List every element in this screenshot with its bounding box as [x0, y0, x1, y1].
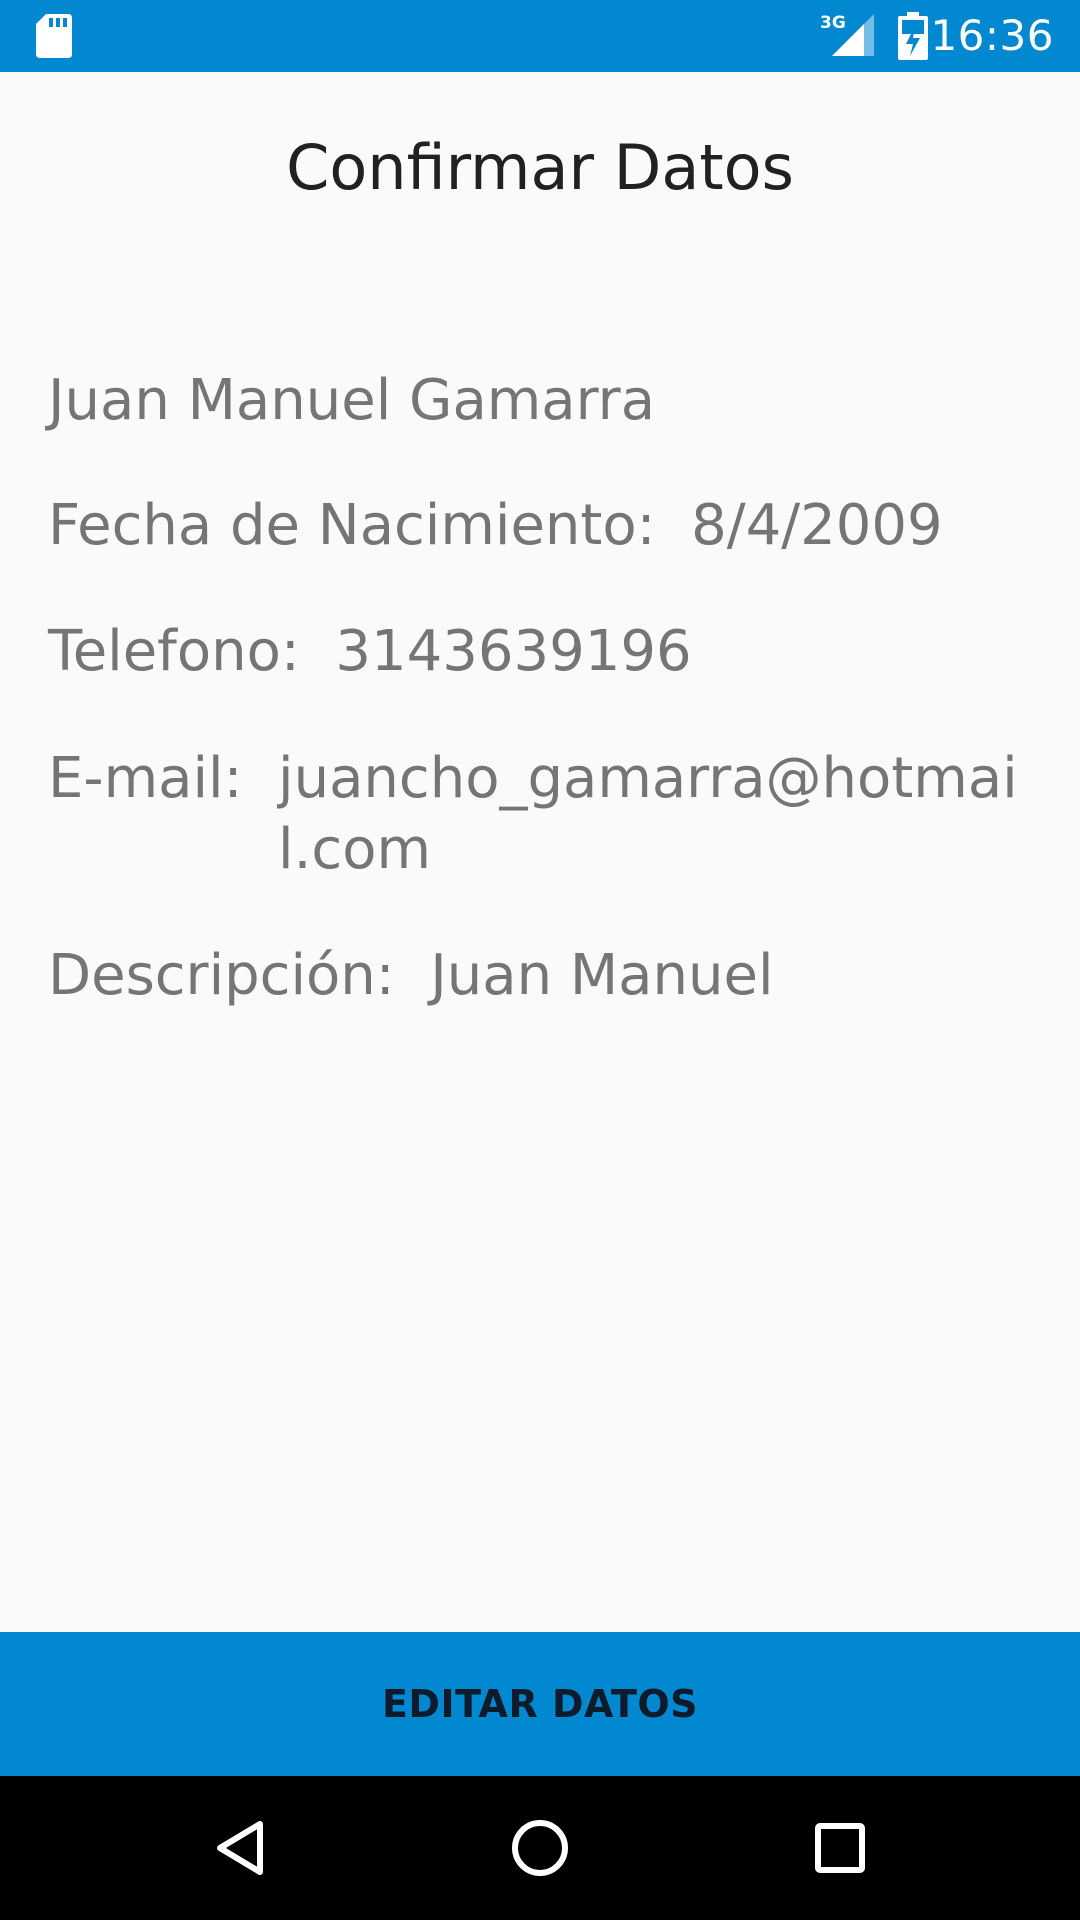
page-title: Confirmar Datos: [286, 131, 794, 204]
full-name-row: Juan Manuel Gamarra: [48, 365, 1038, 436]
home-icon[interactable]: [504, 1812, 576, 1884]
phone-row: Telefono: 3143639196: [48, 616, 1038, 687]
birth-date-row: Fecha de Nacimiento: 8/4/2009: [48, 490, 1038, 561]
status-bar: 3G 16:36: [0, 0, 1080, 72]
email-label: E-mail:: [48, 746, 279, 811]
recents-icon[interactable]: [804, 1812, 876, 1884]
navigation-bar: [0, 1776, 1080, 1920]
birth-date-label: Fecha de Nacimiento:: [48, 493, 692, 558]
sd-card-icon: [36, 14, 72, 58]
edit-data-button[interactable]: EDITAR DATOS: [0, 1632, 1080, 1776]
signal-3g-icon: 3G: [820, 13, 874, 56]
back-icon[interactable]: [204, 1812, 276, 1884]
email-row: E-mail: juancho_gamarra@hotmail.com: [48, 743, 1038, 885]
description-label: Descripción:: [48, 943, 431, 1008]
description-value: Juan Manuel: [430, 943, 774, 1008]
birth-date-value: 8/4/2009: [691, 493, 943, 558]
phone-label: Telefono:: [48, 619, 336, 684]
phone-value: 3143639196: [335, 619, 692, 684]
description-row: Descripción: Juan Manuel: [48, 940, 1038, 1011]
full-name-text: Juan Manuel Gamarra: [48, 368, 656, 433]
status-clock: 16:36: [930, 11, 1054, 60]
battery-charging-icon: [898, 12, 928, 60]
svg-text:3G: 3G: [820, 13, 846, 33]
email-value: juancho_gamarra@hotmail.com: [278, 746, 1018, 882]
